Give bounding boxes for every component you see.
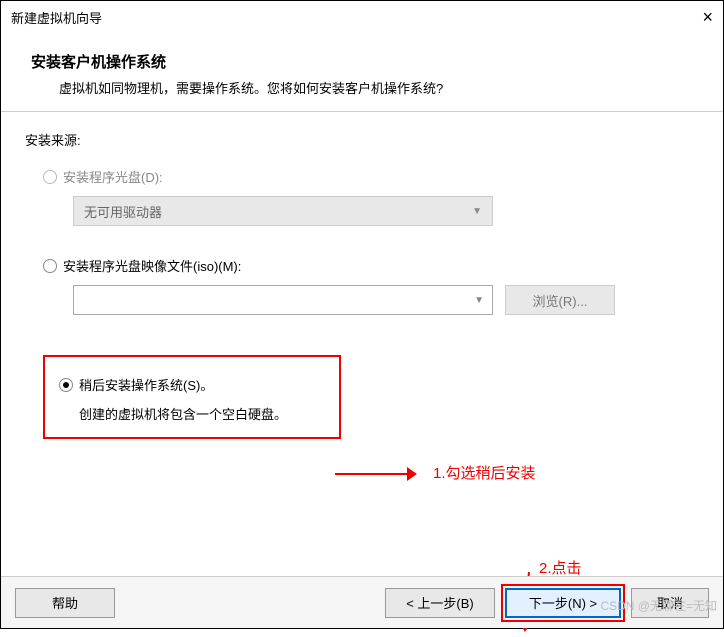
browse-label: 浏览(R)... bbox=[533, 291, 588, 310]
header-title: 安装客户机操作系统 bbox=[31, 51, 693, 72]
footer: 帮助 < 上一步(B) 下一步(N) > 取消 bbox=[1, 576, 723, 628]
chevron-down-icon: ▼ bbox=[474, 295, 484, 306]
next-button[interactable]: 下一步(N) > bbox=[505, 588, 621, 618]
radio-disc-label: 安装程序光盘(D): bbox=[63, 167, 163, 186]
close-icon[interactable]: × bbox=[702, 7, 713, 28]
cancel-button[interactable]: 取消 bbox=[631, 588, 709, 618]
radio-icon bbox=[43, 170, 57, 184]
radio-iso[interactable]: 安装程序光盘映像文件(iso)(M): bbox=[43, 256, 699, 275]
content: 安装来源: 安装程序光盘(D): 无可用驱动器 ▼ 安装程序光盘映像文件(iso… bbox=[1, 112, 723, 439]
window-title: 新建虚拟机向导 bbox=[11, 8, 102, 27]
header-subtitle: 虚拟机如同物理机，需要操作系统。您将如何安装客户机操作系统? bbox=[31, 78, 693, 97]
iso-path-input[interactable]: ▼ bbox=[73, 285, 493, 315]
back-button[interactable]: < 上一步(B) bbox=[385, 588, 495, 618]
radio-disc[interactable]: 安装程序光盘(D): bbox=[43, 167, 699, 186]
iso-row: ▼ 浏览(R)... bbox=[73, 285, 699, 315]
radio-iso-label: 安装程序光盘映像文件(iso)(M): bbox=[63, 256, 241, 275]
wizard-window: 新建虚拟机向导 × 安装客户机操作系统 虚拟机如同物理机，需要操作系统。您将如何… bbox=[0, 0, 724, 629]
disc-dropdown[interactable]: 无可用驱动器 ▼ bbox=[73, 196, 493, 226]
help-button[interactable]: 帮助 bbox=[15, 588, 115, 618]
dropdown-value: 无可用驱动器 bbox=[84, 202, 162, 221]
later-description: 创建的虚拟机将包含一个空白硬盘。 bbox=[79, 404, 325, 423]
arrow-icon bbox=[335, 464, 425, 484]
radio-icon bbox=[59, 378, 73, 392]
radio-icon bbox=[43, 259, 57, 273]
annotation-box-1: 稍后安装操作系统(S)。 创建的虚拟机将包含一个空白硬盘。 bbox=[43, 355, 341, 439]
annotation-box-2: 下一步(N) > bbox=[501, 584, 625, 622]
radio-later-label: 稍后安装操作系统(S)。 bbox=[79, 375, 213, 394]
titlebar: 新建虚拟机向导 × bbox=[1, 1, 723, 33]
chevron-down-icon: ▼ bbox=[472, 206, 482, 217]
header: 安装客户机操作系统 虚拟机如同物理机，需要操作系统。您将如何安装客户机操作系统? bbox=[1, 33, 723, 111]
browse-button[interactable]: 浏览(R)... bbox=[505, 285, 615, 315]
source-label: 安装来源: bbox=[25, 130, 699, 149]
annotation-1: 1.勾选稍后安装 bbox=[433, 462, 536, 483]
radio-later[interactable]: 稍后安装操作系统(S)。 bbox=[59, 375, 325, 394]
